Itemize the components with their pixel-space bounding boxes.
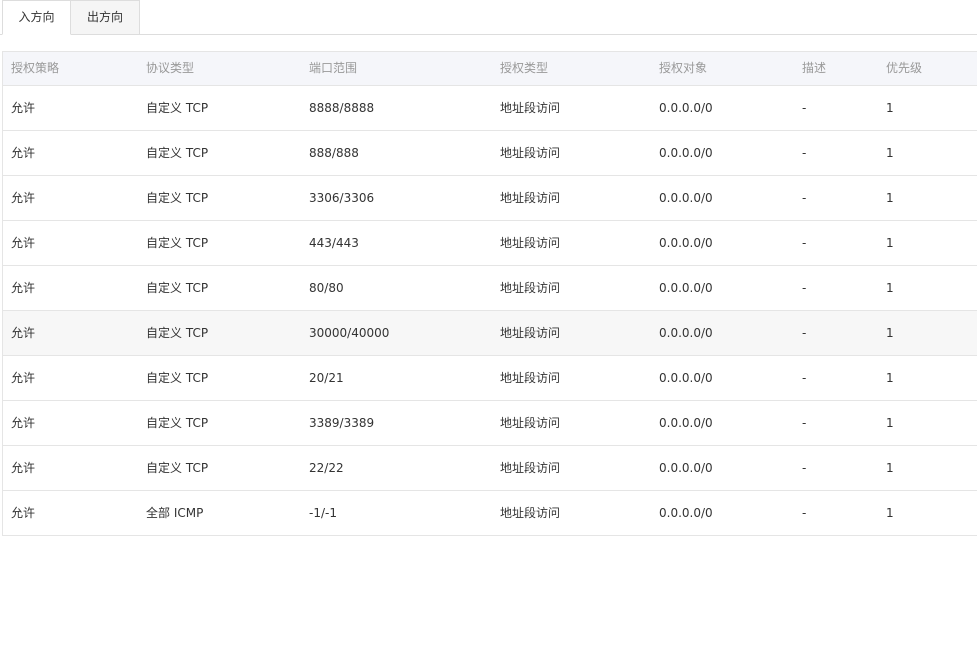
cell-description: -	[802, 506, 807, 520]
cell-auth-object: 0.0.0.0/0	[659, 506, 713, 520]
cell-auth-object: 0.0.0.0/0	[659, 191, 713, 205]
cell-auth-object: 0.0.0.0/0	[659, 146, 713, 160]
cell-auth-type: 地址段访问	[500, 101, 561, 115]
cell-auth-object: 0.0.0.0/0	[659, 326, 713, 340]
cell-auth-object: 0.0.0.0/0	[659, 461, 713, 475]
cell-priority: 1	[886, 506, 894, 520]
cell-priority: 1	[886, 461, 894, 475]
table-row[interactable]: 允许 全部 ICMP -1/-1 地址段访问 0.0.0.0/0 - 1	[3, 491, 977, 536]
cell-policy: 允许	[11, 101, 36, 115]
column-header-description: 描述	[802, 61, 827, 75]
cell-port-range: 22/22	[309, 461, 344, 475]
cell-auth-object: 0.0.0.0/0	[659, 416, 713, 430]
cell-auth-object: 0.0.0.0/0	[659, 281, 713, 295]
cell-policy: 允许	[11, 371, 36, 385]
cell-priority: 1	[886, 101, 894, 115]
cell-port-range: -1/-1	[309, 506, 337, 520]
cell-policy: 允许	[11, 236, 36, 250]
table-row[interactable]: 允许 自定义 TCP 8888/8888 地址段访问 0.0.0.0/0 - 1	[3, 86, 977, 131]
cell-description: -	[802, 191, 807, 205]
tab-outbound[interactable]: 出方向	[70, 0, 140, 34]
cell-auth-type: 地址段访问	[500, 191, 561, 205]
cell-policy: 允许	[11, 191, 36, 205]
table-row[interactable]: 允许 自定义 TCP 30000/40000 地址段访问 0.0.0.0/0 - 1	[3, 311, 977, 356]
cell-protocol: 自定义 TCP	[146, 461, 209, 475]
cell-policy: 允许	[11, 146, 36, 160]
cell-auth-object: 0.0.0.0/0	[659, 236, 713, 250]
cell-policy: 允许	[11, 506, 36, 520]
table-row[interactable]: 允许 自定义 TCP 443/443 地址段访问 0.0.0.0/0 - 1	[3, 221, 977, 266]
table-body: 允许 自定义 TCP 8888/8888 地址段访问 0.0.0.0/0-1 允许 自定义 …	[3, 86, 977, 536]
direction-tabs: 入方向 出方向	[0, 0, 977, 35]
cell-description: -	[802, 281, 807, 295]
cell-policy: 允许	[11, 461, 36, 475]
table-row[interactable]: 允许 自定义 TCP 3389/3389 地址段访问 0.0.0.0/0 - 1	[3, 401, 977, 446]
table-row[interactable]: 允许 自定义 TCP 22/22 地址段访问 0.0.0.0/0 - 1	[3, 446, 977, 491]
cell-description: -	[802, 461, 807, 475]
cell-auth-type: 地址段访问	[500, 146, 561, 160]
cell-auth-type: 地址段访问	[500, 371, 561, 385]
cell-protocol: 自定义 TCP	[146, 281, 209, 295]
cell-protocol: 自定义 TCP	[146, 101, 209, 115]
cell-description: -	[802, 371, 807, 385]
cell-port-range: 443/443	[309, 236, 359, 250]
cell-protocol: 自定义 TCP	[146, 191, 209, 205]
column-header-priority: 优先级	[886, 61, 923, 75]
column-header-auth-type: 授权类型	[500, 61, 549, 75]
cell-description: -	[802, 236, 807, 250]
table-row[interactable]: 允许 自定义 TCP 3306/3306 地址段访问 0.0.0.0/0 - 1	[3, 176, 977, 221]
cell-port-range: 888/888	[309, 146, 359, 160]
cell-auth-type: 地址段访问	[500, 281, 561, 295]
table-row[interactable]: 允许 自定义 TCP 80/80 地址段访问 0.0.0.0/0 - 1	[3, 266, 977, 311]
cell-auth-type: 地址段访问	[500, 416, 561, 430]
cell-priority: 1	[886, 416, 894, 430]
table-row[interactable]: 允许 自定义 TCP 20/21 地址段访问 0.0.0.0/0 - 1	[3, 356, 977, 401]
cell-protocol: 自定义 TCP	[146, 236, 209, 250]
cell-auth-object: 0.0.0.0/0	[659, 371, 713, 385]
cell-port-range: 20/21	[309, 371, 344, 385]
cell-port-range: 3306/3306	[309, 191, 375, 205]
cell-protocol: 自定义 TCP	[146, 416, 209, 430]
cell-auth-type: 地址段访问	[500, 326, 561, 340]
cell-protocol: 自定义 TCP	[146, 371, 209, 385]
security-group-rules-page: 入方向 出方向 授权策略 协议类型 端口范围 授权类型 授权对象 描述 优先级 …	[0, 0, 977, 655]
column-header-protocol: 协议类型	[146, 61, 195, 75]
cell-protocol: 全部 ICMP	[146, 506, 204, 520]
cell-description: -	[802, 416, 807, 430]
cell-port-range: 3389/3389	[309, 416, 375, 430]
cell-port-range: 80/80	[309, 281, 344, 295]
cell-port-range: 8888/8888	[309, 101, 375, 115]
cell-priority: 1	[886, 281, 894, 295]
cell-priority: 1	[886, 236, 894, 250]
cell-policy: 允许	[11, 326, 36, 340]
cell-priority: 1	[886, 326, 894, 340]
cell-auth-object: 0.0.0.0/0	[659, 101, 713, 115]
cell-priority: 1	[886, 146, 894, 160]
cell-auth-type: 地址段访问	[500, 236, 561, 250]
column-header-policy: 授权策略	[11, 61, 60, 75]
cell-description: -	[802, 101, 807, 115]
cell-priority: 1	[886, 371, 894, 385]
table-row[interactable]: 允许 自定义 TCP 888/888 地址段访问 0.0.0.0/0 - 1	[3, 131, 977, 176]
cell-priority: 1	[886, 191, 894, 205]
tab-inbound[interactable]: 入方向	[2, 0, 71, 35]
cell-auth-type: 地址段访问	[500, 461, 561, 475]
cell-port-range: 30000/40000	[309, 326, 390, 340]
cell-protocol: 自定义 TCP	[146, 326, 209, 340]
column-header-port-range: 端口范围	[309, 61, 358, 75]
cell-auth-type: 地址段访问	[500, 506, 561, 520]
cell-description: -	[802, 146, 807, 160]
cell-policy: 允许	[11, 281, 36, 295]
cell-description: -	[802, 326, 807, 340]
table-header: 授权策略 协议类型 端口范围 授权类型 授权对象 描述 优先级	[3, 52, 977, 86]
column-header-auth-object: 授权对象	[659, 61, 708, 75]
cell-protocol: 自定义 TCP	[146, 146, 209, 160]
rules-table: 授权策略 协议类型 端口范围 授权类型 授权对象 描述 优先级 允许自定义 TC…	[2, 51, 977, 536]
cell-policy: 允许	[11, 416, 36, 430]
